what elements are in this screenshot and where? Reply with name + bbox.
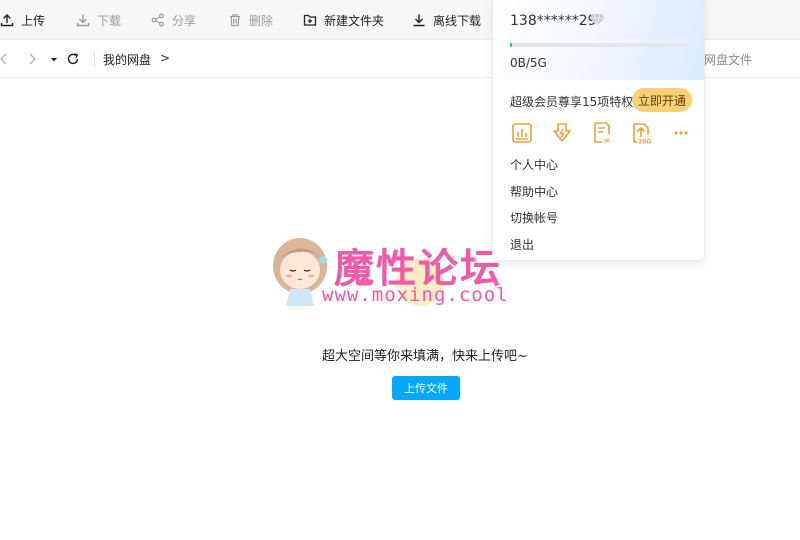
upload-file-button[interactable]: 上传文件 [392, 376, 460, 400]
menu-item-profile[interactable]: 个人中心 [510, 156, 558, 173]
history-dropdown-icon[interactable] [47, 52, 61, 66]
netdisk-window: 上传 下载 分享 删除 新建文件夹 离线下载 我的网盘 > 我的网盘文件 魔性论… [0, 0, 800, 540]
offline-download-button[interactable]: 离线下载 [412, 0, 481, 40]
more-icon[interactable] [669, 121, 693, 145]
back-arrow-icon[interactable] [0, 52, 11, 66]
breadcrumb-separator: > [160, 51, 171, 65]
storage-quota: 0B/5G [510, 56, 547, 70]
svg-text:20G: 20G [638, 139, 651, 146]
vip-activate-button[interactable]: 立即开通 [632, 88, 692, 112]
account-phone: 138******29 [510, 13, 597, 29]
refresh-icon[interactable] [66, 52, 80, 66]
offline-download-label: 离线下载 [433, 13, 482, 28]
download-button[interactable]: 下载 [76, 0, 121, 40]
svg-text:∞: ∞ [604, 136, 611, 145]
nav-divider [94, 51, 95, 67]
delete-label: 删除 [249, 13, 274, 28]
upload-icon [0, 13, 14, 27]
breadcrumb-root[interactable]: 我的网盘 [103, 51, 151, 68]
menu-item-switch-account[interactable]: 切换帐号 [510, 209, 558, 226]
unlimited-doc-icon[interactable]: ∞ [590, 121, 614, 145]
share-button[interactable]: 分享 [151, 0, 196, 40]
watermark-url: www.moxing.cool [322, 284, 509, 306]
vip-promo-text: 超级会员尊享15项特权 [510, 95, 634, 109]
account-dropdown: 138******29 0B/5G 超级会员尊享15项特权 立即开通 ∞ 20G [492, 0, 705, 261]
storage-progress-fill [510, 43, 513, 47]
menu-item-logout[interactable]: 退出 [510, 236, 534, 253]
offline-download-icon [412, 13, 426, 27]
menu-item-help[interactable]: 帮助中心 [510, 183, 558, 200]
new-folder-label: 新建文件夹 [324, 13, 385, 28]
storage-progress-bar [510, 43, 688, 47]
upload-20g-icon[interactable]: 20G [629, 121, 653, 146]
new-folder-icon [303, 13, 317, 27]
forward-arrow-icon[interactable] [25, 52, 39, 66]
empty-state-message: 超大空间等你来填满，快来上传吧~ [322, 349, 528, 364]
delete-button[interactable]: 删除 [228, 0, 273, 40]
diamond-icon [589, 13, 605, 27]
account-header: 138******29 0B/5G [493, 0, 704, 80]
download-icon [76, 13, 90, 27]
upload-button[interactable]: 上传 [0, 0, 45, 40]
share-label: 分享 [172, 13, 197, 28]
upload-label: 上传 [21, 13, 46, 28]
share-icon [151, 13, 165, 27]
trash-icon [228, 13, 242, 27]
fast-download-icon[interactable] [550, 121, 574, 145]
chart-icon[interactable] [510, 121, 534, 145]
download-label: 下载 [97, 13, 122, 28]
new-folder-button[interactable]: 新建文件夹 [303, 0, 384, 40]
